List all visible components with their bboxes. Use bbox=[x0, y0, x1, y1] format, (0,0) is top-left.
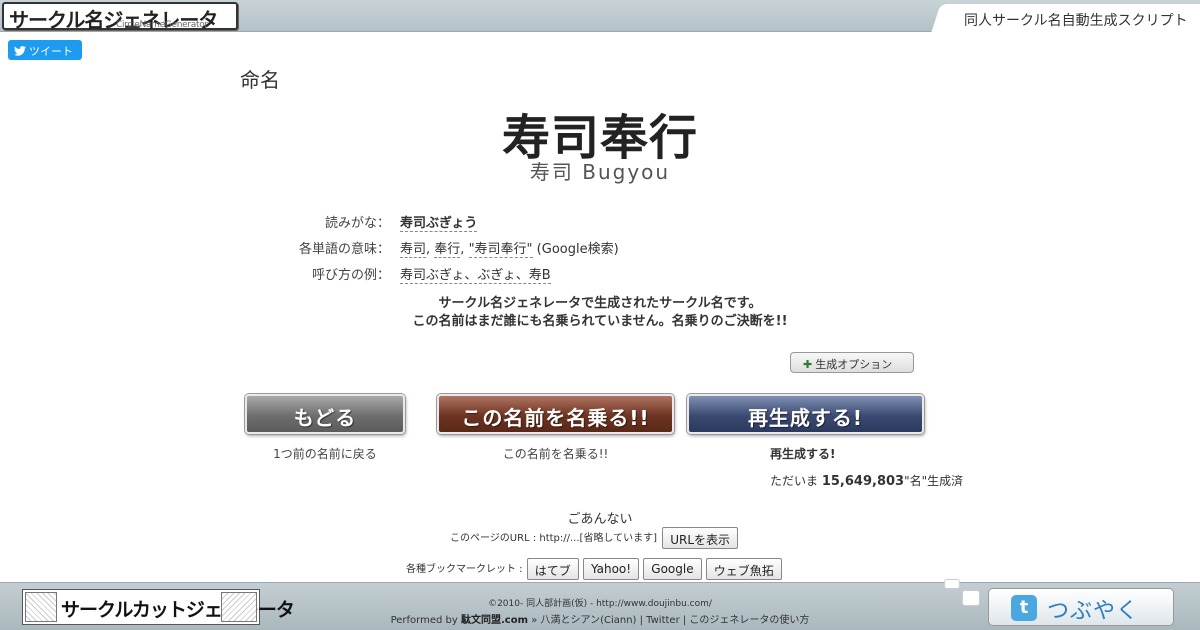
meaning-value: 寿司, 奉行, "寿司奉行" (Google検索) bbox=[400, 242, 619, 258]
meaning-link-2[interactable]: 奉行 bbox=[434, 242, 461, 258]
meaning-link-3[interactable]: "寿司奉行" bbox=[468, 242, 533, 258]
meaning-row: 各単語の意味： 寿司, 奉行, "寿司奉行" (Google検索) bbox=[240, 238, 840, 260]
reading-label: 読みがな： bbox=[324, 216, 390, 231]
meaning-label: 各単語の意味： bbox=[298, 242, 390, 257]
count-prefix: ただいま bbox=[770, 474, 819, 488]
callname-row: 呼び方の例： 寿司ぶぎょ、ぶぎょ、寿B bbox=[240, 264, 840, 286]
performed-org-link[interactable]: 駄文同盟.com bbox=[461, 615, 528, 626]
reading-value: 寿司ぶぎょう bbox=[400, 212, 478, 232]
google-search-note: (Google検索) bbox=[536, 242, 619, 257]
tsubuyaku-label: つぶやく bbox=[1047, 599, 1140, 624]
show-url-button[interactable]: URLを表示 bbox=[662, 527, 739, 549]
back-caption: 1つ前の名前に戻る bbox=[273, 447, 377, 461]
site-title: 同人サークル名自動生成スクリプト bbox=[964, 13, 1188, 29]
site-logo[interactable]: サークル名ジェネレータ CircleNameGenerator bbox=[2, 2, 238, 32]
guide-heading: ごあんない bbox=[567, 512, 633, 527]
generated-name-reading: 寿司 Bugyou bbox=[529, 160, 671, 184]
twitter-bird-icon bbox=[14, 46, 26, 56]
regenerate-button[interactable]: 再生成する! bbox=[687, 394, 924, 434]
reading-text: 寿司ぶぎょう bbox=[400, 216, 478, 232]
message-line-1: サークル名ジェネレータで生成されたサークル名です。 bbox=[438, 296, 762, 311]
reading-row: 読みがな： 寿司ぶぎょう bbox=[240, 212, 840, 234]
callname-label: 呼び方の例： bbox=[311, 268, 390, 283]
meaning-link-1[interactable]: 寿司 bbox=[400, 242, 427, 258]
yahoo-button[interactable]: Yahoo! bbox=[582, 558, 640, 580]
bookmarklet-row: 各種ブックマークレット : はてブ Yahoo! Google ウェブ魚拓 bbox=[406, 558, 782, 580]
take-name-caption: この名前を名乗る!! bbox=[502, 447, 609, 461]
regenerate-caption: 再生成する! bbox=[770, 447, 836, 461]
generate-options-button[interactable]: ✚ 生成オプション bbox=[790, 352, 914, 373]
decoration bbox=[944, 579, 960, 589]
page-url-row: このページのURL : http://...[省略しています] URLを表示 bbox=[450, 527, 739, 549]
message-line-2: この名前はまだ誰にも名乗られていません。名乗りのご決断を!! bbox=[412, 314, 788, 329]
back-button[interactable]: もどる bbox=[245, 394, 405, 434]
result-heading: 命名 bbox=[240, 68, 280, 92]
count-value: 15,649,803 bbox=[821, 474, 905, 489]
tweet-button[interactable]: ツイート bbox=[8, 40, 82, 60]
callname-text: 寿司ぶぎょ、ぶぎょ、寿B bbox=[400, 268, 551, 284]
page: サークル名ジェネレータ CircleNameGenerator 同人サークル名自… bbox=[0, 0, 1200, 630]
options-label: 生成オプション bbox=[815, 358, 893, 371]
site-title-tab: 同人サークル名自動生成スクリプト bbox=[944, 4, 1200, 32]
google-button[interactable]: Google bbox=[643, 558, 702, 580]
take-name-button[interactable]: この名前を名乗る!! bbox=[437, 394, 674, 434]
performed-prefix: Performed by bbox=[390, 615, 458, 626]
generated-count: ただいま 15,649,803"名"生成済 bbox=[770, 472, 963, 489]
logo-subtitle: CircleNameGenerator bbox=[116, 20, 208, 30]
tsubuyaku-button[interactable]: t つぶやく bbox=[988, 588, 1174, 626]
web-gyotaku-button[interactable]: ウェブ魚拓 bbox=[705, 558, 782, 580]
callname-value: 寿司ぶぎょ、ぶぎょ、寿B bbox=[400, 264, 551, 284]
performed-links[interactable]: » 八満とシアン(Ciann) | Twitter | このジェネレータの使い方 bbox=[531, 615, 809, 626]
bookmarklet-label: 各種ブックマークレット : bbox=[406, 564, 523, 575]
tweet-label: ツイート bbox=[29, 45, 73, 58]
count-suffix: "名"生成済 bbox=[904, 474, 964, 488]
plus-icon: ✚ bbox=[803, 358, 813, 371]
hatebu-button[interactable]: はてブ bbox=[526, 558, 579, 580]
twitter-t-icon: t bbox=[1011, 595, 1037, 621]
url-label: このページのURL : http://...[省略しています] bbox=[450, 533, 658, 544]
result-message: サークル名ジェネレータで生成されたサークル名です。 この名前はまだ誰にも名乗られ… bbox=[0, 295, 1200, 331]
top-bar: サークル名ジェネレータ CircleNameGenerator 同人サークル名自… bbox=[0, 0, 1200, 32]
